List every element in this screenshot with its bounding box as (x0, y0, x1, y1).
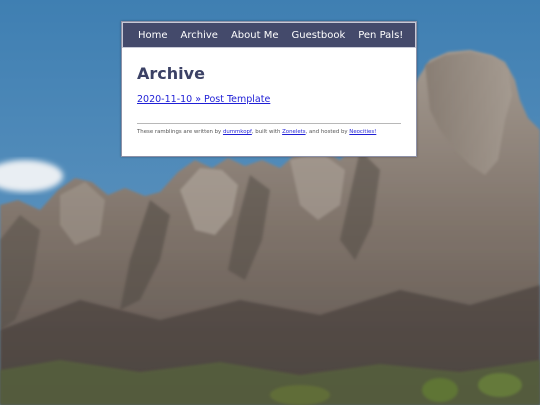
nav-home-link[interactable]: Home (138, 30, 168, 41)
author-link[interactable]: dummkopf (223, 129, 252, 135)
post-list: 2020-11-10 » Post Template (137, 84, 401, 106)
footer-divider (137, 123, 401, 124)
nav-about-me-link[interactable]: About Me (231, 30, 279, 41)
footer-text-1: These ramblings are written by (137, 129, 223, 135)
footer-text-3: , and hosted by (305, 129, 350, 135)
footer: These ramblings are written by dummkopf,… (137, 129, 401, 135)
top-nav: Home Archive About Me Guestbook Pen Pals… (122, 22, 416, 48)
post-link[interactable]: 2020-11-10 » Post Template (137, 94, 270, 105)
page-card: Home Archive About Me Guestbook Pen Pals… (121, 21, 417, 157)
nav-guestbook-link[interactable]: Guestbook (291, 30, 345, 41)
main-content: Archive 2020-11-10 » Post Template These… (122, 48, 416, 135)
nav-pen-pals-link[interactable]: Pen Pals! (358, 30, 403, 41)
neocities-link[interactable]: Neocities! (349, 129, 376, 135)
footer-text-2: , built with (251, 129, 283, 135)
zonelets-link[interactable]: Zonelets (282, 129, 305, 135)
nav-archive-link[interactable]: Archive (181, 30, 218, 41)
page-title: Archive (137, 64, 205, 83)
